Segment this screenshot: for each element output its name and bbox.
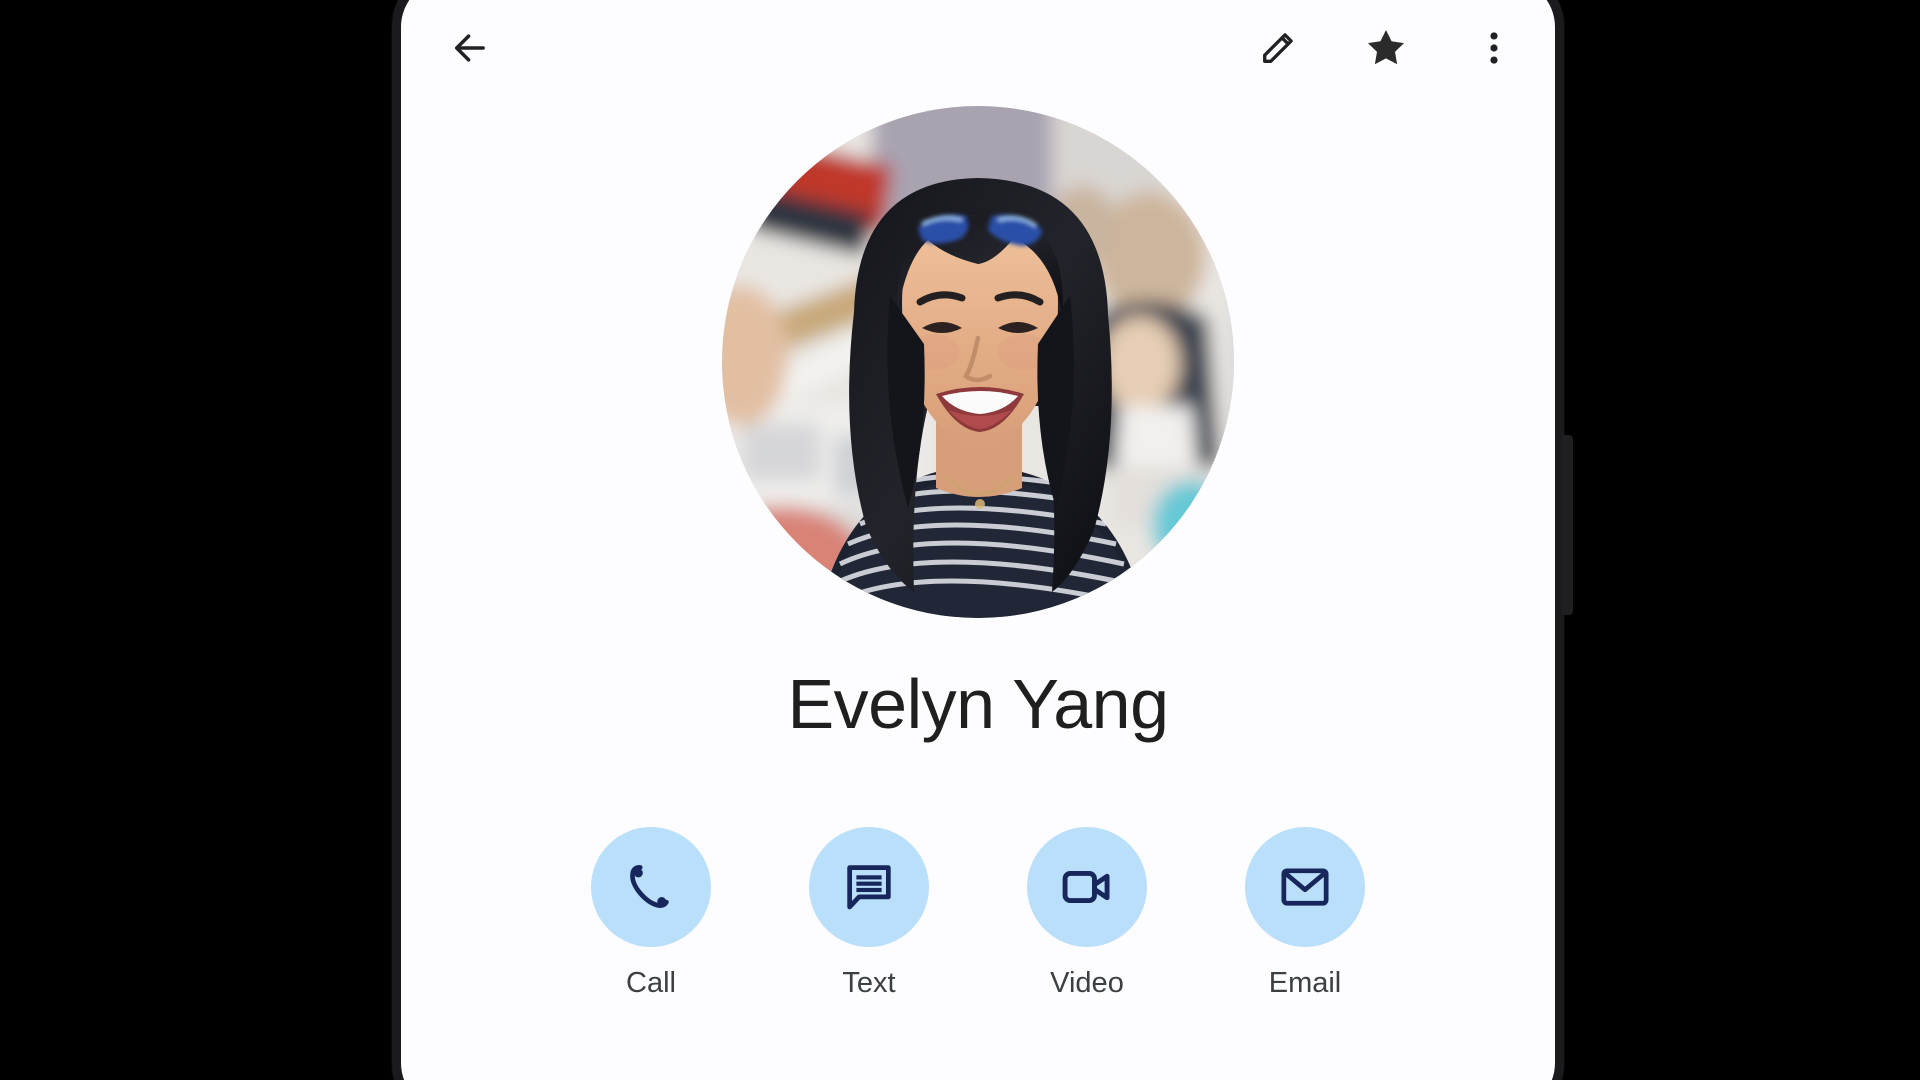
action-call[interactable]: Call	[571, 827, 731, 998]
contact-avatar-wrapper	[722, 106, 1234, 618]
phone-screen: Evelyn Yang Call Text Video Email	[401, 0, 1555, 1080]
message-icon	[842, 860, 896, 914]
action-email-label: Email	[1268, 967, 1342, 999]
action-call-label: Call	[626, 967, 676, 999]
more-vert-icon	[1473, 27, 1515, 69]
action-video-circle	[1027, 827, 1147, 947]
action-text[interactable]: Text	[789, 827, 949, 998]
action-text-label: Text	[842, 967, 896, 999]
avatar[interactable]	[722, 106, 1234, 618]
action-video[interactable]: Video	[1007, 827, 1167, 998]
device-side-power-button[interactable]	[1562, 435, 1573, 615]
action-email-circle	[1245, 827, 1365, 947]
contact-name: Evelyn Yang	[787, 665, 1169, 743]
more-options-button[interactable]	[1463, 17, 1525, 79]
video-camera-icon	[1059, 859, 1115, 915]
action-email[interactable]: Email	[1225, 827, 1385, 998]
pencil-edit-icon	[1257, 27, 1299, 69]
action-video-label: Video	[1050, 967, 1124, 999]
envelope-icon	[1278, 860, 1332, 914]
app-bar	[401, 9, 1555, 87]
action-call-circle	[591, 827, 711, 947]
action-text-circle	[809, 827, 929, 947]
favorite-toggle-button[interactable]	[1355, 17, 1417, 79]
edit-contact-button[interactable]	[1247, 17, 1309, 79]
screenshot-stage: Evelyn Yang Call Text Video Email	[0, 0, 1920, 1080]
phone-device-frame: Evelyn Yang Call Text Video Email	[392, 0, 1573, 1080]
phone-icon	[623, 859, 679, 915]
star-filled-icon	[1363, 25, 1409, 71]
arrow-back-icon	[449, 27, 491, 69]
back-button[interactable]	[439, 17, 501, 79]
quick-actions-row: Call Text Video Email	[571, 827, 1385, 998]
